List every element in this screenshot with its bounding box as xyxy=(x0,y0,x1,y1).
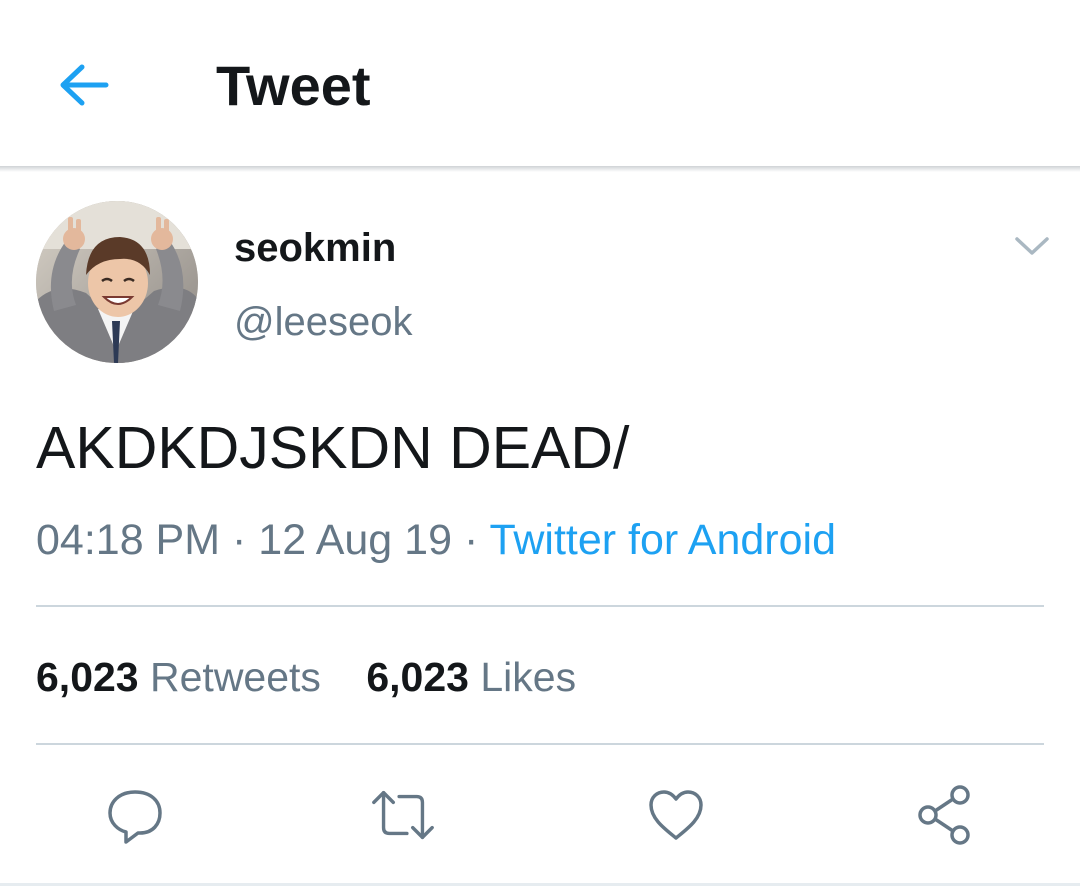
retweets-stat[interactable]: 6,023 Retweets xyxy=(36,650,321,704)
bottom-divider xyxy=(0,883,1080,886)
tweet-stats: 6,023 Retweets 6,023 Likes xyxy=(36,650,610,704)
meta-separator: · xyxy=(463,516,479,564)
top-app-bar: Tweet xyxy=(0,0,1080,168)
likes-label: Likes xyxy=(480,654,577,700)
tweet-options-button[interactable] xyxy=(1010,228,1054,264)
divider xyxy=(36,605,1044,607)
chevron-down-icon xyxy=(1015,237,1049,255)
tweet-source-link[interactable]: Twitter for Android xyxy=(489,516,836,564)
tweet-meta: 04:18 PM · 12 Aug 19 · Twitter for Andro… xyxy=(36,512,836,568)
avatar[interactable] xyxy=(36,201,198,363)
retweets-count: 6,023 xyxy=(36,654,139,700)
like-icon xyxy=(649,790,703,840)
tweet-detail-screen: Tweet seokmin @leeseok AKDKDJSKDN DEAD/ … xyxy=(0,0,1080,893)
retweet-icon xyxy=(372,790,434,840)
likes-stat[interactable]: 6,023 Likes xyxy=(366,650,576,704)
header-divider xyxy=(0,166,1080,172)
author-handle[interactable]: @leeseok xyxy=(234,296,412,348)
likes-count: 6,023 xyxy=(366,654,469,700)
share-icon xyxy=(918,785,970,845)
divider xyxy=(36,743,1044,745)
arrow-left-icon xyxy=(60,64,109,106)
tweet-text: AKDKDJSKDN DEAD/ xyxy=(36,415,630,481)
profile-photo xyxy=(36,201,198,363)
back-button[interactable] xyxy=(52,55,116,115)
tweet-time: 04:18 PM xyxy=(36,516,221,564)
retweet-button[interactable] xyxy=(368,780,438,850)
page-title: Tweet xyxy=(216,54,371,117)
like-button[interactable] xyxy=(641,780,711,850)
tweet-date: 12 Aug 19 xyxy=(258,516,452,564)
retweets-label: Retweets xyxy=(150,654,321,700)
reply-icon xyxy=(108,790,162,844)
share-button[interactable] xyxy=(910,780,980,850)
reply-button[interactable] xyxy=(100,780,170,850)
author-display-name[interactable]: seokmin xyxy=(234,222,396,274)
meta-separator: · xyxy=(232,516,247,564)
